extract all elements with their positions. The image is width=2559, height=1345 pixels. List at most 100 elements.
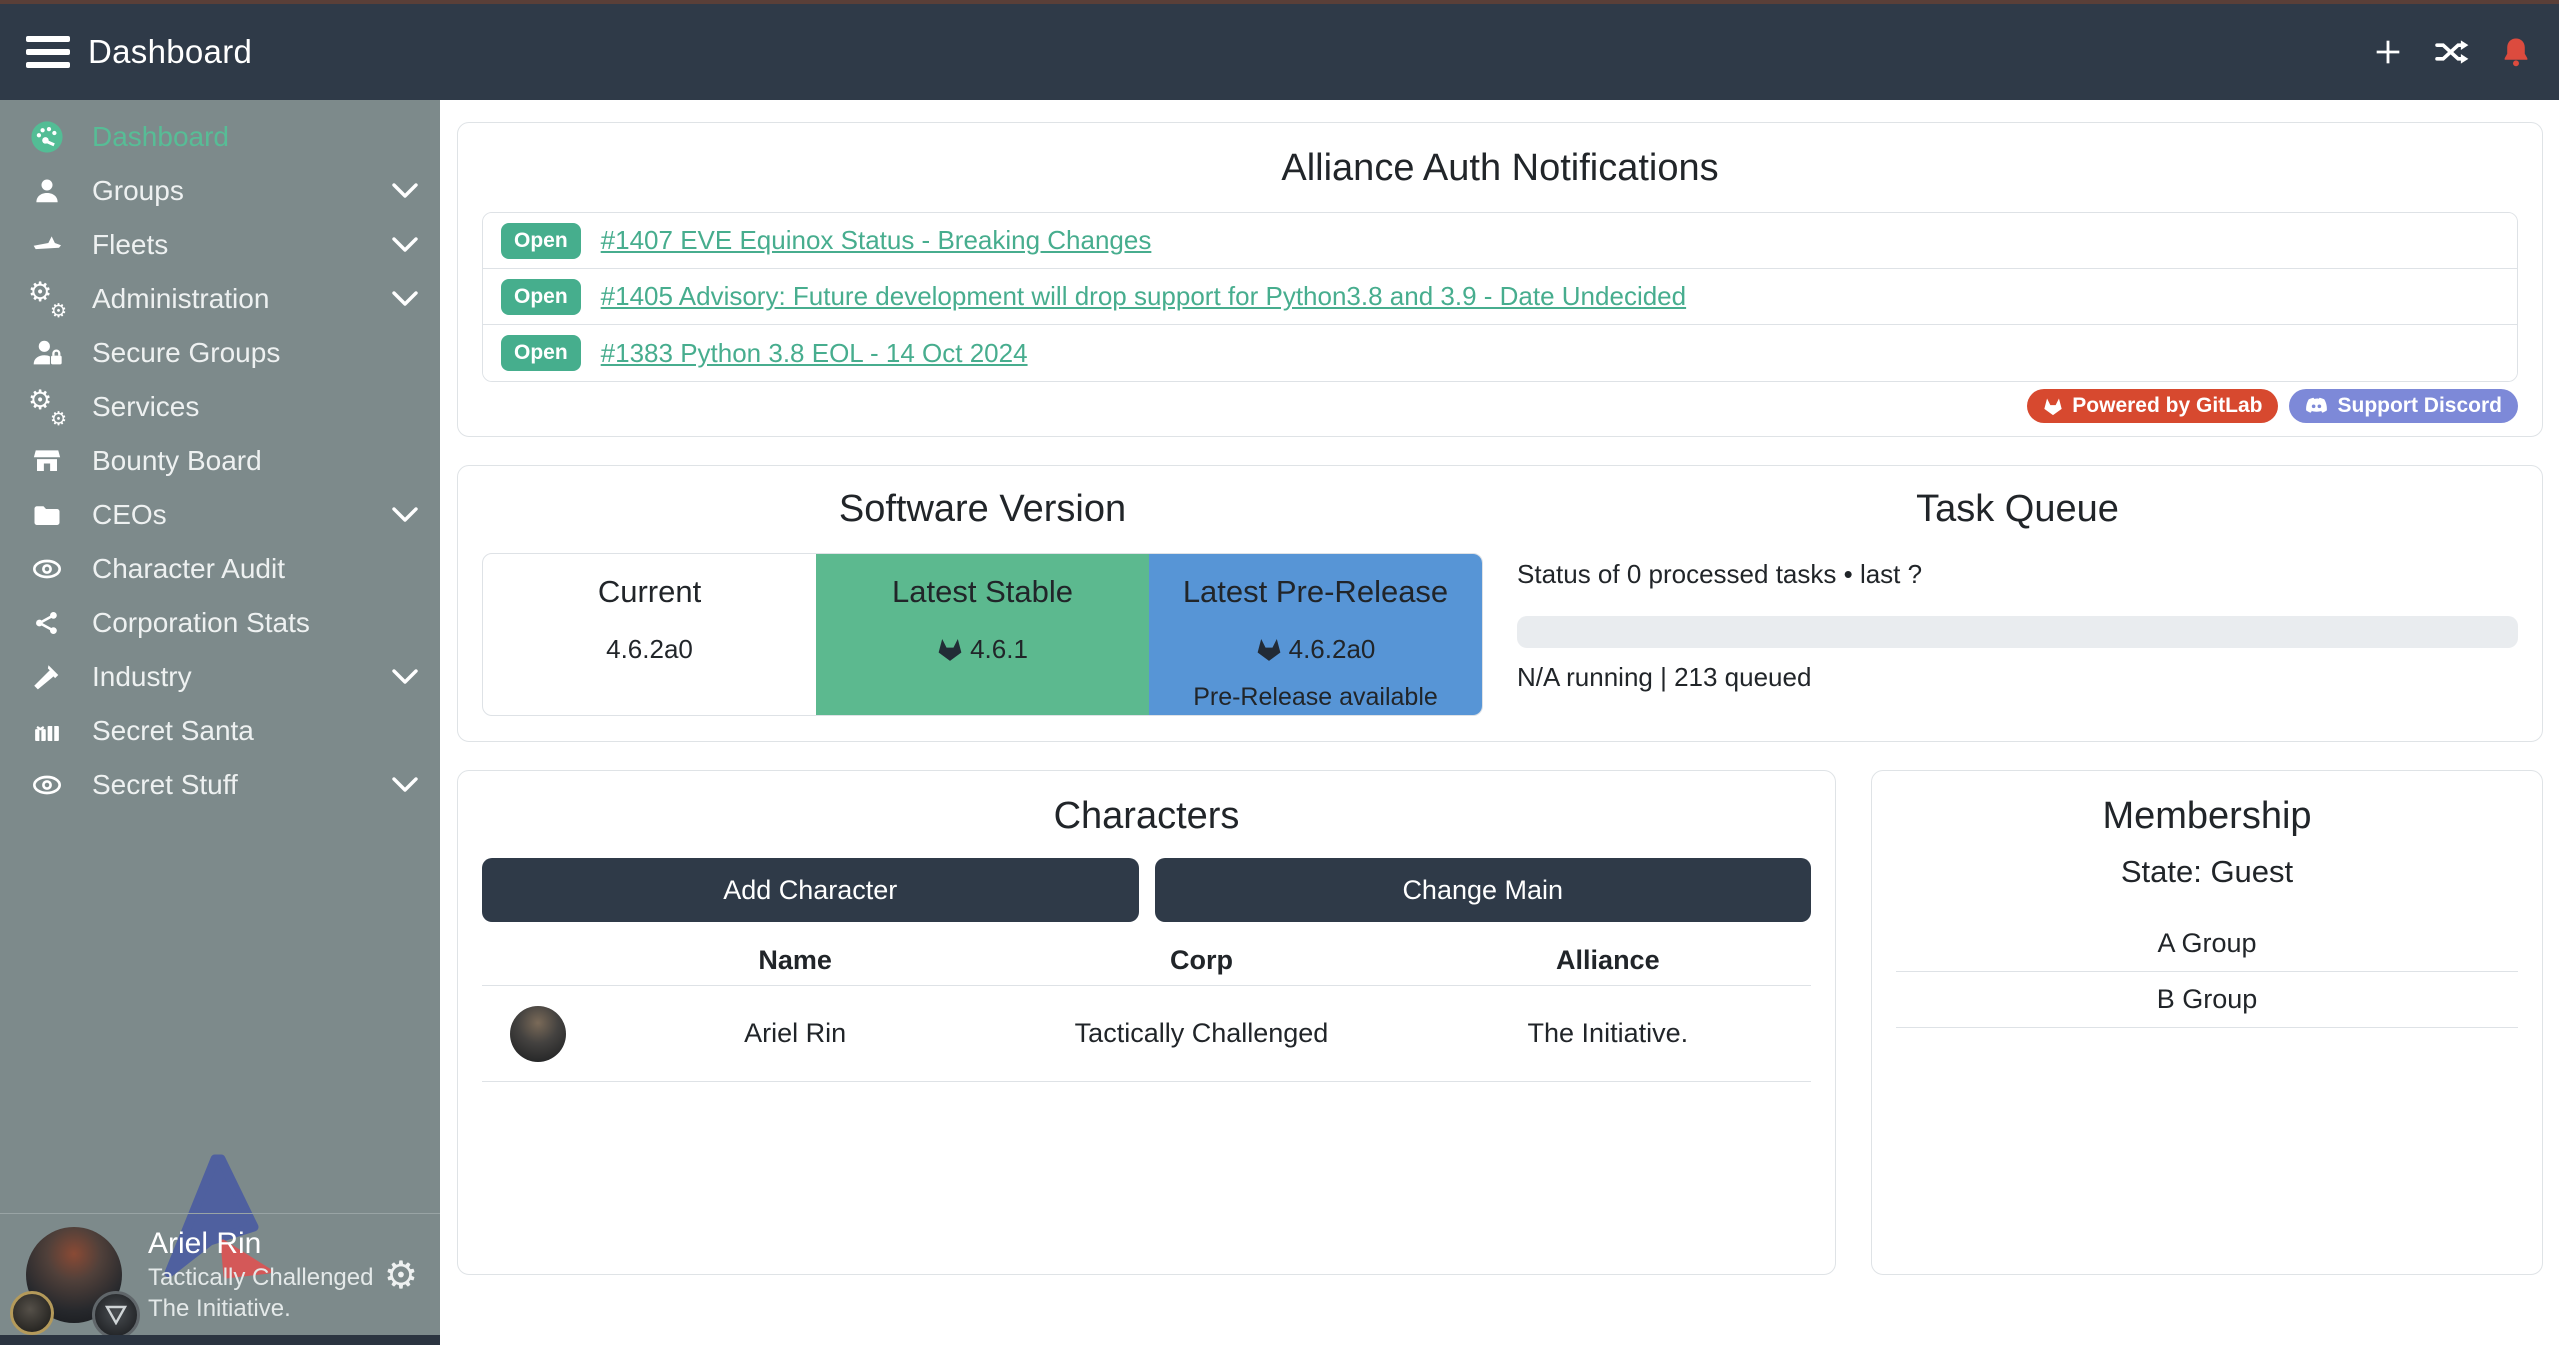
membership-title: Membership	[1896, 795, 2518, 838]
gear-icon[interactable]: ⚙	[384, 1256, 418, 1294]
table-row: Ariel Rin Tactically Challenged The Init…	[482, 986, 1811, 1082]
sidebar-item-label: Industry	[92, 661, 192, 693]
sidebar-item-secret-stuff[interactable]: Secret Stuff	[0, 758, 440, 812]
sidebar-user-panel: Ariel Rin Tactically Challenged The Init…	[0, 1213, 440, 1335]
column-header-alliance: Alliance	[1405, 945, 1811, 976]
membership-groups: A Group B Group	[1896, 916, 2518, 1028]
change-main-button[interactable]: Change Main	[1155, 858, 1812, 922]
folder-icon	[26, 500, 68, 530]
sidebar-item-administration[interactable]: ⚙⚙ Administration	[0, 272, 440, 326]
gitlab-icon	[1256, 637, 1282, 662]
jet-icon	[26, 229, 68, 261]
character-corp: Tactically Challenged	[998, 1018, 1404, 1049]
sidebar-item-label: CEOs	[92, 499, 167, 531]
sidebar-item-fleets[interactable]: Fleets	[0, 218, 440, 272]
sidebar-item-character-audit[interactable]: Character Audit	[0, 542, 440, 596]
main-content: Alliance Auth Notifications Open #1407 E…	[440, 100, 2559, 1345]
plus-icon[interactable]	[2371, 35, 2405, 69]
chevron-down-icon	[392, 777, 418, 793]
shuffle-icon[interactable]	[2433, 37, 2471, 67]
chevron-down-icon	[392, 507, 418, 523]
sidebar-bottom-strip	[0, 1335, 440, 1345]
sidebar-item-label: Character Audit	[92, 553, 285, 585]
hamburger-menu-icon[interactable]	[26, 29, 70, 75]
chevron-down-icon	[392, 291, 418, 307]
sidebar-item-label: Services	[92, 391, 199, 423]
sidebar-item-label: Dashboard	[92, 121, 229, 153]
task-queue-title: Task Queue	[1517, 488, 2518, 531]
task-queue-status: Status of 0 processed tasks • last ?	[1517, 559, 2518, 590]
hammer-icon	[26, 662, 68, 692]
status-badge: Open	[501, 335, 581, 371]
status-badge: Open	[501, 279, 581, 315]
sidebar-item-label: Groups	[92, 175, 184, 207]
sidebar-item-dashboard[interactable]: Dashboard	[0, 110, 440, 164]
chevron-down-icon	[392, 237, 418, 253]
sidebar-item-industry[interactable]: Industry	[0, 650, 440, 704]
tachometer-icon	[26, 120, 68, 154]
sidebar-item-label: Secret Santa	[92, 715, 254, 747]
add-character-button[interactable]: Add Character	[482, 858, 1139, 922]
notification-item: Open #1407 EVE Equinox Status - Breaking…	[483, 213, 2517, 269]
notification-link[interactable]: #1407 EVE Equinox Status - Breaking Chan…	[601, 225, 1152, 256]
sidebar-item-secret-santa[interactable]: Secret Santa	[0, 704, 440, 758]
task-queue-progress-bar	[1517, 616, 2518, 648]
sidebar-item-label: Bounty Board	[92, 445, 262, 477]
notification-link[interactable]: #1405 Advisory: Future development will …	[601, 281, 1686, 312]
user-corp: Tactically Challenged	[148, 1264, 373, 1292]
character-portrait	[510, 1006, 566, 1062]
character-name: Ariel Rin	[592, 1018, 998, 1049]
column-header-corp: Corp	[998, 945, 1404, 976]
version-latest-stable: Latest Stable 4.6.1	[816, 554, 1149, 715]
notification-link[interactable]: #1383 Python 3.8 EOL - 14 Oct 2024	[601, 338, 1028, 369]
user-alliance: The Initiative.	[148, 1295, 373, 1323]
sidebar-item-label: Secret Stuff	[92, 769, 238, 801]
user-name: Ariel Rin	[148, 1227, 373, 1261]
sidebar-item-corporation-stats[interactable]: Corporation Stats	[0, 596, 440, 650]
share-icon	[26, 609, 68, 637]
chevron-down-icon	[392, 669, 418, 685]
sidebar-item-label: Fleets	[92, 229, 168, 261]
gears-icon: ⚙⚙	[26, 388, 68, 426]
software-version-title: Software Version	[482, 488, 1483, 531]
top-navbar: Dashboard	[0, 0, 2559, 100]
eye-icon	[26, 553, 68, 585]
gifts-icon	[26, 716, 68, 746]
alliance-logo-badge	[92, 1291, 140, 1339]
version-latest-prerelease: Latest Pre-Release 4.6.2a0 Pre-Release a…	[1149, 554, 1482, 715]
sidebar-item-label: Administration	[92, 283, 269, 315]
powered-by-gitlab-badge[interactable]: Powered by GitLab	[2027, 389, 2278, 423]
user-icon	[26, 176, 68, 206]
sidebar-item-secure-groups[interactable]: Secure Groups	[0, 326, 440, 380]
characters-title: Characters	[482, 795, 1811, 838]
character-alliance: The Initiative.	[1405, 1018, 1811, 1049]
gitlab-icon	[937, 637, 963, 662]
notification-item: Open #1383 Python 3.8 EOL - 14 Oct 2024	[483, 325, 2517, 381]
group-row: A Group	[1896, 916, 2518, 972]
sidebar-item-services[interactable]: ⚙⚙ Services	[0, 380, 440, 434]
sidebar-item-ceos[interactable]: CEOs	[0, 488, 440, 542]
eye-icon	[26, 769, 68, 801]
task-queue-info: N/A running | 213 queued	[1517, 662, 2518, 693]
characters-table: Name Corp Alliance Ariel Rin Tactically …	[482, 936, 1811, 1082]
corp-logo-badge	[10, 1291, 54, 1335]
sidebar-item-groups[interactable]: Groups	[0, 164, 440, 218]
membership-panel: Membership State: Guest A Group B Group	[1871, 770, 2543, 1275]
notifications-panel: Alliance Auth Notifications Open #1407 E…	[457, 122, 2543, 437]
sidebar-item-bounty-board[interactable]: Bounty Board	[0, 434, 440, 488]
notifications-title: Alliance Auth Notifications	[482, 147, 2518, 190]
bell-icon[interactable]	[2499, 35, 2533, 69]
membership-state: State: Guest	[1896, 854, 2518, 890]
notifications-list: Open #1407 EVE Equinox Status - Breaking…	[482, 212, 2518, 382]
characters-panel: Characters Add Character Change Main Nam…	[457, 770, 1836, 1275]
gitlab-icon	[2043, 397, 2063, 416]
page-title: Dashboard	[88, 33, 252, 71]
group-row: B Group	[1896, 972, 2518, 1028]
sidebar: Dashboard Groups Fleets	[0, 100, 440, 1345]
column-header-name: Name	[592, 945, 998, 976]
user-lock-icon	[26, 337, 68, 369]
support-discord-badge[interactable]: Support Discord	[2289, 389, 2518, 423]
sidebar-item-label: Corporation Stats	[92, 607, 310, 639]
version-queue-panel: Software Version Current 4.6.2a0 Latest …	[457, 465, 2543, 742]
version-current: Current 4.6.2a0	[483, 554, 816, 715]
